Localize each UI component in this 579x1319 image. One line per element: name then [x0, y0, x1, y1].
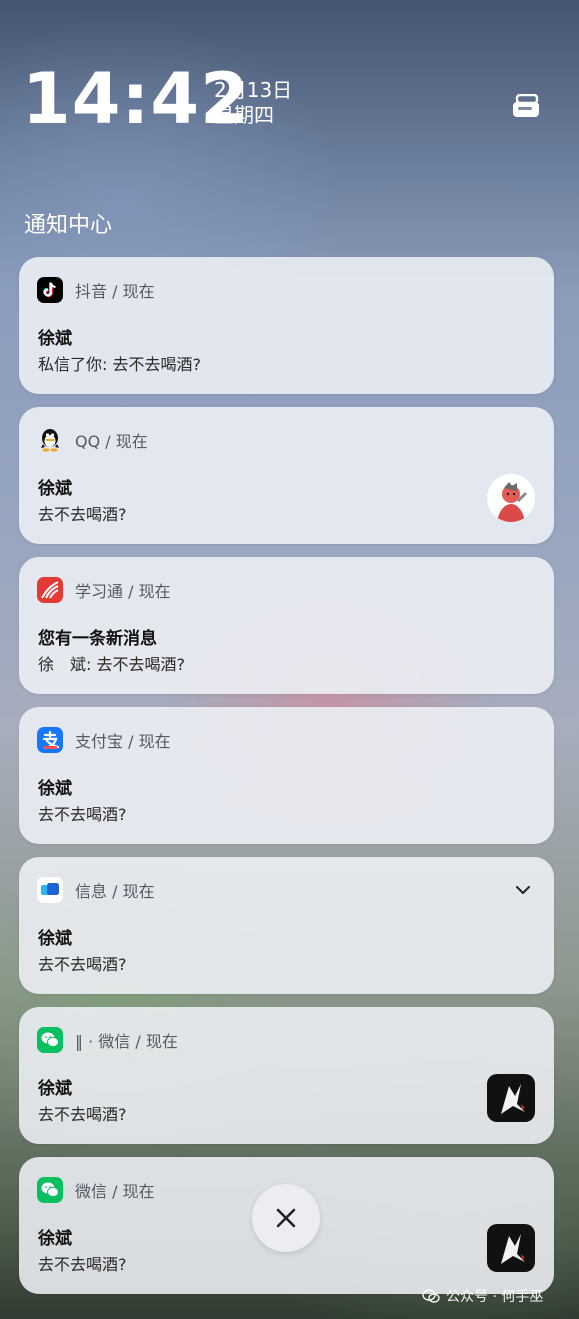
- alipay-icon: [37, 727, 63, 753]
- sender-avatar: [487, 474, 535, 522]
- app-name-label: 支付宝 / 现在: [75, 732, 171, 751]
- card-header: 支付宝 / 现在: [37, 727, 171, 753]
- notification-card-xuexitong[interactable]: 学习通 / 现在 您有一条新消息 徐 斌: 去不去喝酒?: [19, 557, 554, 694]
- notification-card-wechat-clone[interactable]: ‖ · 微信 / 现在 徐斌 去不去喝酒?: [19, 1007, 554, 1144]
- notification-message: 去不去喝酒?: [38, 1105, 127, 1124]
- card-header: 抖音 / 现在: [37, 277, 155, 303]
- close-icon: [276, 1208, 296, 1228]
- notification-message: 私信了你: 去不去喝酒?: [38, 355, 201, 374]
- qq-icon: [37, 427, 63, 453]
- xuexitong-icon: [37, 577, 63, 603]
- notification-center-title: 通知中心: [24, 213, 113, 238]
- app-name-label: 信息 / 现在: [75, 882, 155, 901]
- clear-all-button[interactable]: [252, 1184, 320, 1252]
- notification-card-alipay[interactable]: 支付宝 / 现在 徐斌 去不去喝酒?: [19, 707, 554, 844]
- watermark: 公众号 · 何手巫: [422, 1286, 543, 1306]
- card-header: 学习通 / 现在: [37, 577, 171, 603]
- chevron-down-icon[interactable]: [514, 881, 532, 899]
- douyin-icon: [37, 277, 63, 303]
- app-name-label: 抖音 / 现在: [75, 282, 155, 301]
- notification-message: 去不去喝酒?: [38, 505, 127, 524]
- sender-avatar: [487, 1224, 535, 1272]
- notification-sender: 徐斌: [38, 1079, 72, 1099]
- notification-message: 徐 斌: 去不去喝酒?: [38, 655, 185, 674]
- notification-message: 去不去喝酒?: [38, 1255, 127, 1274]
- app-name-label: QQ / 现在: [75, 432, 148, 451]
- date-display: 2月13日 星期四: [214, 78, 292, 128]
- notification-card-qq[interactable]: QQ / 现在 徐斌 去不去喝酒?: [19, 407, 554, 544]
- watermark-text: 公众号 · 何手巫: [446, 1289, 544, 1305]
- wechat-official-icon: [422, 1289, 440, 1303]
- wechat-icon: [37, 1177, 63, 1203]
- notification-card-douyin[interactable]: 抖音 / 现在 徐斌 私信了你: 去不去喝酒?: [19, 257, 554, 394]
- app-name-label: ‖ · 微信 / 现在: [75, 1032, 178, 1051]
- notification-sender: 徐斌: [38, 779, 72, 799]
- app-name-label: 微信 / 现在: [75, 1182, 155, 1201]
- messages-icon: [37, 877, 63, 903]
- sender-avatar: [487, 1074, 535, 1122]
- card-header: 信息 / 现在: [37, 877, 155, 903]
- app-name-label: 学习通 / 现在: [75, 582, 171, 601]
- notification-sender: 徐斌: [38, 1229, 72, 1249]
- notification-sender: 徐斌: [38, 929, 72, 949]
- notification-manage-icon[interactable]: [512, 93, 542, 120]
- card-header: 微信 / 现在: [37, 1177, 155, 1203]
- date-label: 2月13日: [214, 78, 293, 102]
- notification-sender: 徐斌: [38, 479, 72, 499]
- notification-title: 您有一条新消息: [38, 629, 157, 649]
- weekday-label: 星期四: [214, 103, 274, 127]
- notification-card-messages[interactable]: 信息 / 现在 徐斌 去不去喝酒?: [19, 857, 554, 994]
- wechat-icon: [37, 1027, 63, 1053]
- notification-message: 去不去喝酒?: [38, 805, 127, 824]
- notification-message: 去不去喝酒?: [38, 955, 127, 974]
- card-header: ‖ · 微信 / 现在: [37, 1027, 178, 1053]
- card-header: QQ / 现在: [37, 427, 148, 453]
- notification-sender: 徐斌: [38, 329, 72, 349]
